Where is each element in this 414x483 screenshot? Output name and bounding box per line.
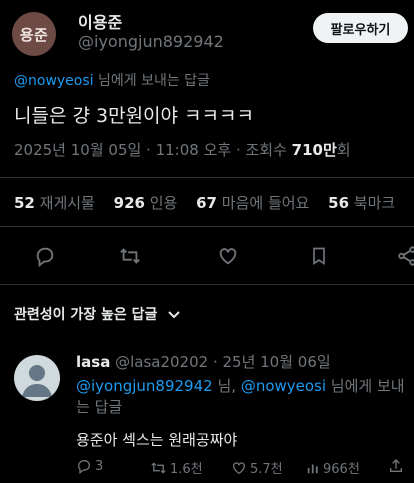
reply-reply-button[interactable]: 3 (76, 458, 103, 474)
reply-mention-1[interactable]: @iyongjun892942 (76, 377, 213, 395)
tweet-action-bar (0, 241, 414, 271)
reply-to-line: @nowyeosi 님에게 보내는 답글 (14, 70, 210, 90)
tweet-text: 니들은 걍 3만원이야 ㅋㅋㅋㅋ (14, 105, 254, 127)
divider (0, 226, 414, 227)
reply-count: 3 (95, 458, 104, 474)
bookmark-icon[interactable] (304, 241, 334, 271)
stat-likes[interactable]: 67 마음에 들어요 (196, 194, 323, 212)
reply-mention-sep: 님, (212, 377, 241, 395)
share-icon (390, 459, 402, 472)
stat-quotes[interactable]: 926 인용 (114, 194, 192, 212)
like-icon (233, 461, 245, 474)
reply-repost-button[interactable]: 1.6천 (150, 458, 203, 477)
reply-mention-2[interactable]: @nowyeosi (241, 377, 326, 395)
reply-author: lasa @lasa20202 · 25년 10월 06일 (76, 351, 331, 372)
tweet-meta: 2025년 10월 05일 · 11:08 오후 · 조회수 710만회 (14, 139, 351, 160)
like-icon[interactable] (213, 241, 243, 271)
stat-bookmarks[interactable]: 56 북마크 (328, 194, 409, 212)
reply-author-name[interactable]: lasa (76, 353, 110, 371)
views-icon (307, 464, 318, 473)
tweet-views-suffix: 회 (336, 141, 351, 159)
tweet-datetime[interactable]: 2025년 10월 05일 · 11:08 오후 · 조회수 (14, 141, 292, 159)
view-count: 966천 (323, 462, 360, 477)
reply-handle-date[interactable]: @lasa20202 · 25년 10월 06일 (110, 353, 331, 371)
reply-to-line: @iyongjun892942 님, @nowyeosi 님에게 보내는 답글 (76, 376, 406, 418)
reply-share-button[interactable] (388, 458, 404, 474)
author-avatar[interactable]: 용준 (12, 12, 56, 56)
reply-to-mention[interactable]: @nowyeosi (14, 73, 94, 89)
chevron-down-icon (168, 307, 181, 323)
author-handle[interactable]: @iyongjun892942 (78, 32, 224, 51)
repost-count: 1.6천 (170, 462, 203, 477)
repost-icon (151, 461, 166, 474)
reply-sort-label: 관련성이 가장 높은 답글 (14, 307, 158, 323)
repost-icon[interactable] (115, 241, 145, 271)
reply-to-suffix: 님에게 보내는 답글 (93, 73, 210, 89)
reply-sort-selector[interactable]: 관련성이 가장 높은 답글 (14, 304, 181, 324)
tweet-views: 710만 (291, 141, 337, 159)
like-count: 5.7천 (250, 462, 283, 477)
reply-icon[interactable] (30, 241, 60, 271)
stat-reposts[interactable]: 52 재게시물 (14, 194, 109, 212)
share-icon[interactable] (392, 241, 414, 271)
reply-like-button[interactable]: 5.7천 (231, 458, 283, 477)
author-display-name[interactable]: 이용준 (78, 9, 122, 33)
divider (0, 284, 414, 285)
divider (0, 177, 414, 178)
reply-icon (77, 459, 90, 474)
reply-views-button[interactable]: 966천 (306, 458, 360, 477)
reply-avatar[interactable] (14, 355, 60, 401)
tweet-stats: 52 재게시물 926 인용 67 마음에 들어요 56 북마크 (14, 192, 409, 213)
reply-action-bar: 3 1.6천 5.7천 966천 (0, 458, 414, 480)
follow-button[interactable]: 팔로우하기 (313, 13, 408, 43)
reply-text: 용준아 섹스는 원래공짜야 (76, 431, 238, 449)
